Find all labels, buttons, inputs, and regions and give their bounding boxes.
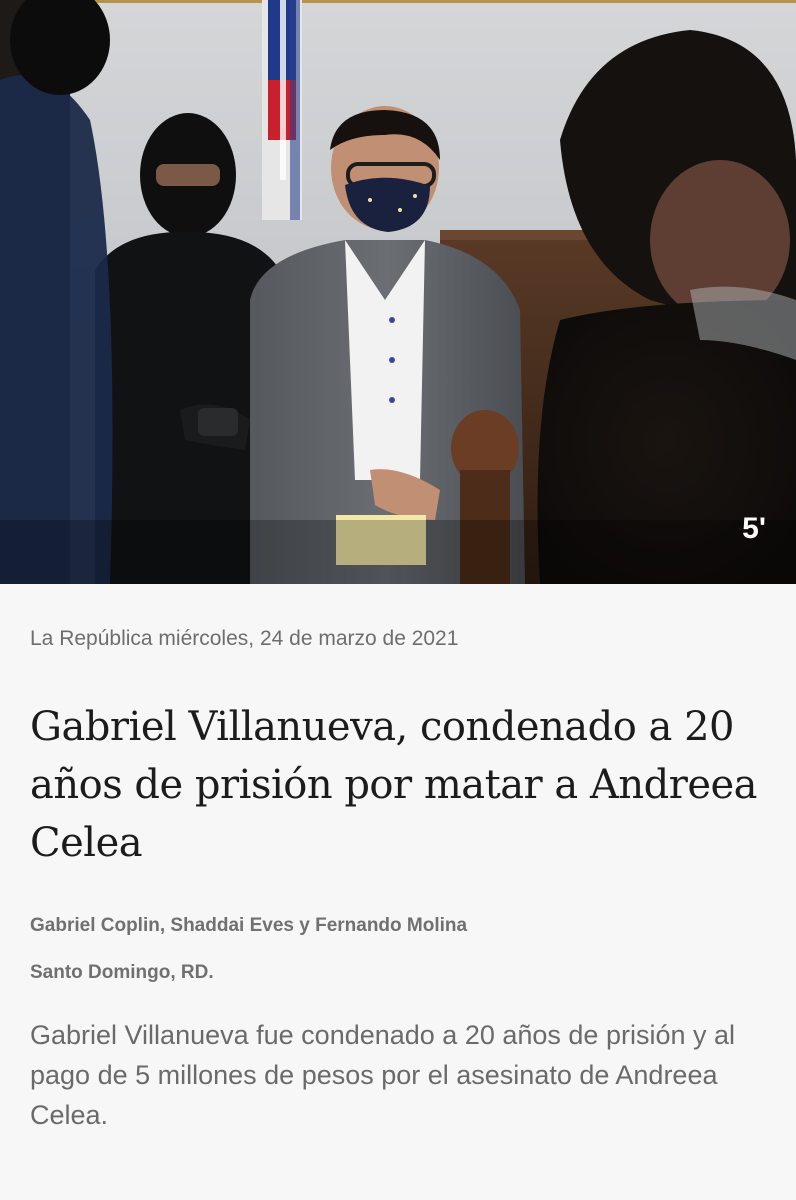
article-lead-paragraph: Gabriel Villanueva fue condenado a 20 añ… xyxy=(30,1020,735,1130)
dateline: Santo Domingo, RD. xyxy=(30,962,214,983)
source-and-date: La República miércoles, 24 de marzo de 2… xyxy=(30,627,459,650)
courtroom-photo xyxy=(0,0,796,584)
stopwatch-icon xyxy=(742,514,796,584)
author-byline: Gabriel Coplin, Shaddai Eves y Fernando … xyxy=(30,915,468,936)
article-body: La República miércoles, 24 de marzo de 2… xyxy=(0,584,796,1135)
article-headline[interactable]: Gabriel Villanueva, condenado a 20 años … xyxy=(30,698,766,872)
article-hero-image[interactable]: 5' xyxy=(0,0,796,584)
read-time-indicator: 5' xyxy=(742,514,766,544)
